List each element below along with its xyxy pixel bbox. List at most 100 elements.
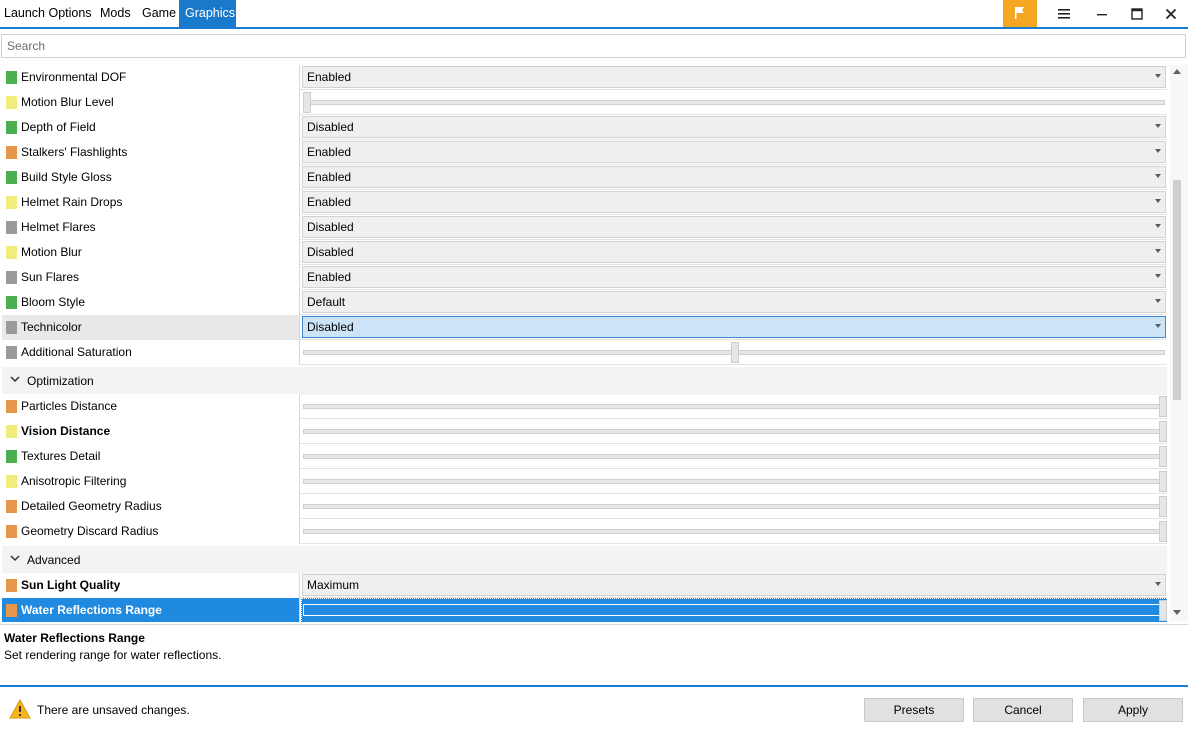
setting-label: Particles Distance [21, 399, 118, 413]
setting-value-cell: Enabled [301, 165, 1167, 190]
slider-thumb[interactable] [1159, 446, 1167, 467]
setting-dropdown[interactable]: Enabled [302, 166, 1166, 188]
setting-row[interactable]: Sun Light Quality Maximum [2, 573, 1167, 598]
setting-name-cell: Additional Saturation [2, 340, 300, 365]
slider-thumb[interactable] [1159, 600, 1167, 621]
setting-row[interactable]: Detailed Geometry Radius [2, 494, 1167, 519]
setting-row[interactable]: Additional Saturation [2, 340, 1167, 365]
tab-game[interactable]: Game [138, 0, 180, 27]
slider-thumb[interactable] [1159, 496, 1167, 517]
dropdown-value: Enabled [307, 270, 352, 284]
chevron-down-icon [1155, 224, 1161, 228]
setting-dropdown[interactable]: Default [302, 291, 1166, 313]
setting-label: Detailed Geometry Radius [21, 499, 162, 513]
cancel-button[interactable]: Cancel [973, 698, 1073, 722]
setting-label: Environmental DOF [21, 70, 127, 84]
setting-row[interactable]: Particles Distance [2, 394, 1167, 419]
setting-row[interactable]: Motion Blur Level [2, 90, 1167, 115]
group-header-optimization[interactable]: Optimization [2, 367, 1167, 395]
setting-row[interactable]: Geometry Discard Radius [2, 519, 1167, 544]
setting-dropdown[interactable]: Disabled [302, 216, 1166, 238]
slider-track[interactable] [303, 404, 1165, 409]
slider-track[interactable] [303, 604, 1165, 616]
dropdown-value: Maximum [307, 578, 360, 592]
setting-label: Sun Flares [21, 270, 80, 284]
tab-graphics[interactable]: Graphics [179, 0, 236, 27]
slider-thumb[interactable] [1159, 521, 1167, 542]
slider-thumb[interactable] [1159, 471, 1167, 492]
setting-value-cell: Disabled [301, 315, 1167, 340]
slider-track[interactable] [303, 429, 1165, 434]
slider-track[interactable] [303, 479, 1165, 484]
slider-track[interactable] [303, 504, 1165, 509]
setting-row[interactable]: Anisotropic Filtering [2, 469, 1167, 494]
setting-row[interactable]: Technicolor Disabled [2, 315, 1167, 340]
presets-button[interactable]: Presets [864, 698, 964, 722]
setting-label: Depth of Field [21, 120, 96, 134]
setting-name-cell: Detailed Geometry Radius [2, 494, 300, 519]
setting-row[interactable]: Build Style Gloss Enabled [2, 165, 1167, 190]
importance-swatch [6, 271, 17, 284]
setting-name-cell: Bloom Style [2, 290, 300, 315]
scrollbar-thumb[interactable] [1173, 180, 1181, 400]
setting-dropdown[interactable]: Enabled [302, 141, 1166, 163]
setting-dropdown[interactable]: Disabled [302, 116, 1166, 138]
setting-row-selected[interactable]: Water Reflections Range [2, 598, 1167, 622]
setting-dropdown[interactable]: Maximum [302, 574, 1166, 596]
setting-value-cell [301, 394, 1167, 419]
scroll-down-icon[interactable] [1173, 610, 1181, 615]
setting-name-cell: Build Style Gloss [2, 165, 300, 190]
importance-swatch [6, 71, 17, 84]
minimize-button[interactable] [1085, 0, 1119, 27]
importance-swatch [6, 121, 17, 134]
setting-row[interactable]: Bloom Style Default [2, 290, 1167, 315]
slider-thumb[interactable] [1159, 421, 1167, 442]
setting-row[interactable]: Stalkers' Flashlights Enabled [2, 140, 1167, 165]
setting-name-cell: Environmental DOF [2, 65, 300, 90]
importance-swatch [6, 171, 17, 184]
setting-dropdown[interactable]: Enabled [302, 66, 1166, 88]
slider-thumb[interactable] [1159, 396, 1167, 417]
slider-thumb[interactable] [731, 342, 739, 363]
tab-launch-options[interactable]: Launch Options [0, 0, 96, 27]
importance-swatch [6, 221, 17, 234]
setting-row[interactable]: Textures Detail [2, 444, 1167, 469]
setting-row[interactable]: Helmet Rain Drops Enabled [2, 190, 1167, 215]
maximize-button[interactable] [1120, 0, 1154, 27]
setting-dropdown[interactable]: Enabled [302, 191, 1166, 213]
setting-name-cell: Helmet Flares [2, 215, 300, 240]
setting-value-cell: Disabled [301, 115, 1167, 140]
slider-track[interactable] [303, 454, 1165, 459]
importance-swatch [6, 450, 17, 463]
close-button[interactable] [1154, 0, 1188, 27]
setting-row[interactable]: Helmet Flares Disabled [2, 215, 1167, 240]
slider-track[interactable] [303, 529, 1165, 534]
setting-row[interactable]: Motion Blur Disabled [2, 240, 1167, 265]
setting-label: Vision Distance [21, 424, 111, 438]
vertical-scrollbar[interactable] [1170, 65, 1188, 622]
setting-value-cell [301, 494, 1167, 519]
top-bar: Launch Options Mods Game Graphics [0, 0, 1188, 29]
apply-button[interactable]: Apply [1083, 698, 1183, 722]
tab-mods[interactable]: Mods [96, 0, 135, 27]
setting-name-cell: Depth of Field [2, 115, 300, 140]
flag-button[interactable] [1003, 0, 1037, 27]
slider-thumb[interactable] [303, 92, 311, 113]
setting-row[interactable]: Sun Flares Enabled [2, 265, 1167, 290]
chevron-down-icon [1155, 582, 1161, 586]
scroll-up-icon[interactable] [1173, 69, 1181, 74]
setting-dropdown[interactable]: Disabled [302, 241, 1166, 263]
dropdown-value: Disabled [307, 245, 354, 259]
setting-dropdown[interactable]: Enabled [302, 266, 1166, 288]
slider-track[interactable] [303, 100, 1165, 105]
menu-button[interactable] [1047, 0, 1081, 27]
group-header-advanced[interactable]: Advanced [2, 546, 1167, 574]
setting-row[interactable]: Vision Distance [2, 419, 1167, 444]
setting-dropdown[interactable]: Disabled [302, 316, 1166, 338]
setting-row[interactable]: Environmental DOF Enabled [2, 65, 1167, 90]
setting-row[interactable]: Depth of Field Disabled [2, 115, 1167, 140]
setting-name-cell: Stalkers' Flashlights [2, 140, 300, 165]
search-input[interactable] [1, 34, 1186, 58]
chevron-down-icon [10, 376, 20, 383]
setting-name-cell: Particles Distance [2, 394, 300, 419]
